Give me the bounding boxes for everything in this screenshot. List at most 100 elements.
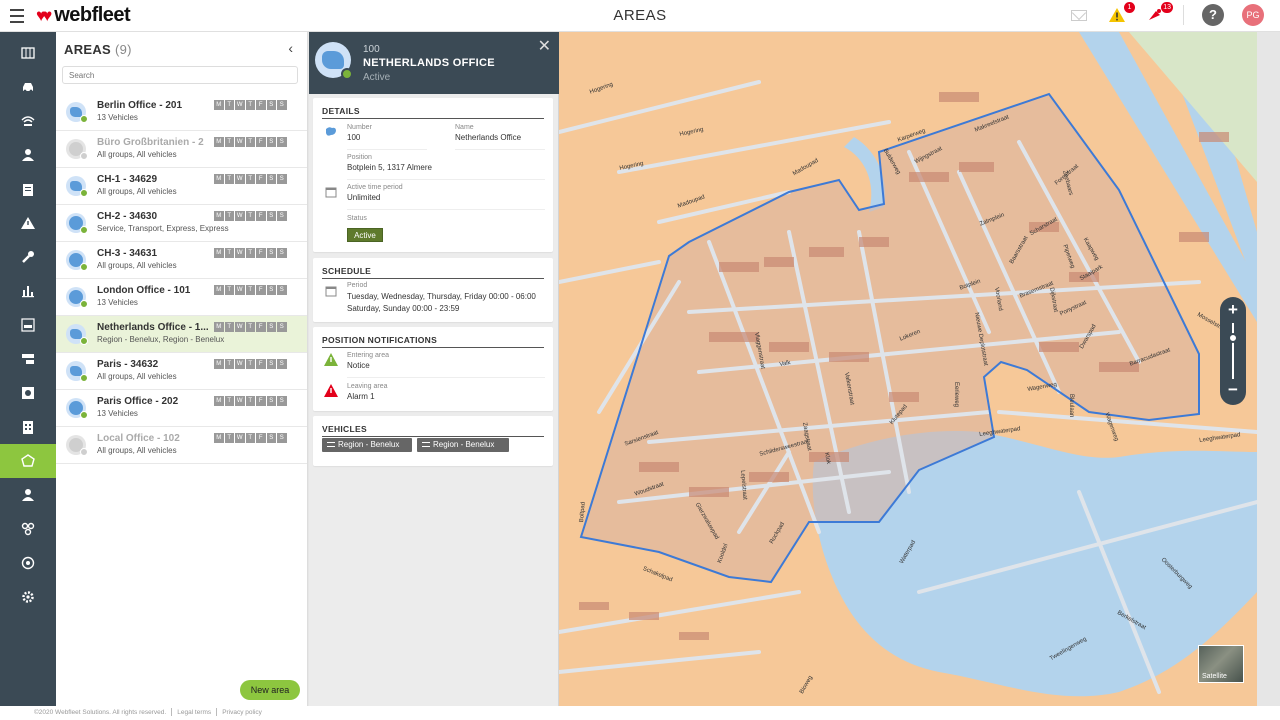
areas-panel: AREAS (9) ‹ Berlin Office - 201 13 Vehicl… xyxy=(56,32,308,706)
weekday-chip: F xyxy=(256,322,266,332)
avatar[interactable]: PG xyxy=(1242,4,1264,26)
close-icon[interactable]: ✕ xyxy=(538,36,551,56)
status-label: Status xyxy=(347,215,367,222)
weekday-chip: F xyxy=(256,433,266,443)
mail-icon[interactable] xyxy=(1069,4,1089,26)
rail-camera-icon[interactable] xyxy=(0,376,56,410)
status-dot xyxy=(80,189,88,197)
area-region-icon xyxy=(66,102,88,123)
area-list-item[interactable]: CH-1 - 34629 All groups, All vehicles M T W T… xyxy=(56,168,307,205)
alert-badge: 1 xyxy=(1124,2,1135,13)
area-list-item[interactable]: Berlin Office - 201 13 Vehicles M T W T F S S xyxy=(56,94,307,131)
area-list: Berlin Office - 201 13 Vehicles M T W T F S S Bür… xyxy=(56,94,307,464)
rail-clipboard-icon[interactable] xyxy=(0,172,56,206)
weekday-chip: S xyxy=(266,322,276,332)
leaving-alarm-icon xyxy=(324,384,338,397)
weekday-schedule: MTWTFSS xyxy=(214,433,287,443)
weekday-chip: M xyxy=(214,322,224,332)
rail-link-icon[interactable] xyxy=(0,512,56,546)
leaving-value: Alarm 1 xyxy=(347,392,375,401)
weekday-chip: W xyxy=(235,433,245,443)
weekday-chip: T xyxy=(245,396,255,406)
weekday-chip: T xyxy=(224,359,234,369)
search-input[interactable] xyxy=(62,66,298,84)
area-list-item[interactable]: Büro Großbritanien - 2 All groups, All ve… xyxy=(56,131,307,168)
zoom-track[interactable] xyxy=(1232,323,1234,379)
period-value: Unlimited xyxy=(347,193,381,202)
weekday-chip: S xyxy=(277,137,287,147)
map-view[interactable]: Hogering Hogering Hogering Madoupad Madoupad… xyxy=(559,32,1257,706)
vehicle-group-chip[interactable]: Region - Benelux xyxy=(322,438,412,452)
collapse-panel-button[interactable]: ‹ xyxy=(288,40,293,56)
rail-wrench-icon[interactable] xyxy=(0,240,56,274)
weekday-chip: S xyxy=(277,248,287,258)
weekday-chip: T xyxy=(224,100,234,110)
schedule-title: SCHEDULE xyxy=(322,266,372,276)
rail-driver-icon[interactable] xyxy=(0,138,56,172)
weekday-chip: F xyxy=(256,359,266,369)
weekday-chip: T xyxy=(245,211,255,221)
weekday-chip: T xyxy=(245,174,255,184)
rail-warning-icon[interactable] xyxy=(0,206,56,240)
weekday-chip: S xyxy=(277,174,287,184)
zoom-out-button[interactable]: − xyxy=(1220,380,1246,400)
weekday-chip: T xyxy=(245,433,255,443)
vehicles-title: VEHICLES xyxy=(322,424,367,434)
schedule-line-2: Saturday, Sunday 00:00 - 23:59 xyxy=(347,304,460,313)
area-subtitle: 13 Vehicles xyxy=(97,298,138,307)
zoom-in-button[interactable]: + xyxy=(1220,300,1246,320)
entering-label: Entering area xyxy=(347,352,390,359)
weekday-chip: S xyxy=(277,322,287,332)
area-circle-icon xyxy=(66,250,88,271)
notifications-title: POSITION NOTIFICATIONS xyxy=(322,335,438,345)
area-circle-icon xyxy=(66,398,88,419)
help-button[interactable]: ? xyxy=(1202,4,1224,26)
area-list-item[interactable]: CH-2 - 34630 Service, Transport, Express,… xyxy=(56,205,307,242)
privacy-policy-link[interactable]: Privacy policy xyxy=(222,709,262,716)
area-subtitle: 13 Vehicles xyxy=(97,409,138,418)
messages-icon[interactable]: 13 xyxy=(1145,2,1173,26)
status-dot xyxy=(80,152,88,160)
rail-chart-icon[interactable] xyxy=(0,274,56,308)
rail-areas-icon[interactable] xyxy=(0,444,56,478)
webfleet-logo[interactable]: ♥♥ webfleet xyxy=(36,4,131,27)
vehicle-group-chip[interactable]: Region - Benelux xyxy=(417,438,509,452)
rail-building-icon[interactable] xyxy=(0,410,56,444)
rail-gear-icon[interactable] xyxy=(0,580,56,614)
weekday-chip: S xyxy=(266,396,276,406)
rail-car-icon[interactable] xyxy=(0,70,56,104)
satellite-toggle[interactable]: Satellite xyxy=(1198,645,1244,683)
weekday-chip: T xyxy=(245,285,255,295)
area-name: Paris - 34632 xyxy=(97,359,159,370)
area-list-item[interactable]: CH-3 - 34631 All groups, All vehicles M T W T… xyxy=(56,242,307,279)
weekday-chip: S xyxy=(266,359,276,369)
rail-signal-icon[interactable] xyxy=(0,104,56,138)
rail-map-icon[interactable] xyxy=(0,36,56,70)
area-detail-panel: 100 NETHERLANDS OFFICE Active ✕ DETAILS … xyxy=(309,32,559,706)
legal-terms-link[interactable]: Legal terms xyxy=(177,709,211,716)
weekday-chip: M xyxy=(214,396,224,406)
weekday-chip: W xyxy=(235,285,245,295)
rail-gauge-icon[interactable] xyxy=(0,546,56,580)
area-list-item[interactable]: Local Office - 102 All groups, All vehicl… xyxy=(56,427,307,464)
rail-pdf-icon[interactable] xyxy=(0,308,56,342)
area-list-item[interactable]: Paris Office - 202 13 Vehicles M T W T F S S xyxy=(56,390,307,427)
area-name: London Office - 101 xyxy=(97,285,191,296)
weekday-schedule: MTWTFSS xyxy=(214,322,287,332)
area-list-item[interactable]: Paris - 34632 All groups, All vehicles M T W… xyxy=(56,353,307,390)
rail-user-icon[interactable] xyxy=(0,478,56,512)
areas-count: (9) xyxy=(114,42,132,57)
alert-icon[interactable]: 1 xyxy=(1107,2,1135,26)
area-list-item[interactable]: London Office - 101 13 Vehicles M T W T F S S xyxy=(56,279,307,316)
weekday-chip: S xyxy=(277,211,287,221)
rail-route-icon[interactable] xyxy=(0,342,56,376)
weekday-schedule: MTWTFSS xyxy=(214,359,287,369)
new-area-button[interactable]: New area xyxy=(240,680,300,700)
divider xyxy=(1183,5,1184,25)
menu-icon[interactable] xyxy=(6,6,28,26)
notifications-card: POSITION NOTIFICATIONS Entering area Not… xyxy=(313,327,553,411)
detail-title: NETHERLANDS OFFICE xyxy=(363,57,495,69)
area-list-item[interactable]: Netherlands Office - 1... Region - Benelu… xyxy=(56,316,307,353)
weekday-chip: S xyxy=(266,137,276,147)
zoom-slider-handle[interactable] xyxy=(1228,333,1238,343)
